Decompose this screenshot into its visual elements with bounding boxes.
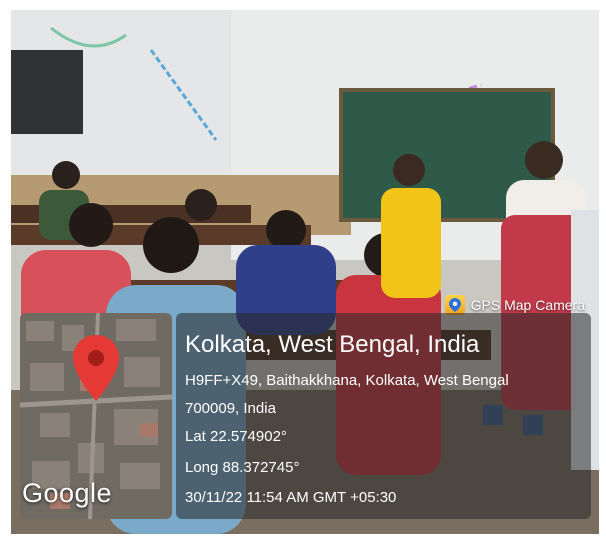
gps-map-camera-watermark: GPS Map Camera [444,295,585,315]
longitude: Long 88.372745° [185,459,300,476]
camera-pin-icon [444,295,465,315]
satellite-map-thumbnail: Google [20,313,172,519]
teacher-saree [381,188,441,298]
left-board [11,50,83,134]
location-title: Kolkata, West Bengal, India [185,331,480,358]
watermark-label: GPS Map Camera [470,297,585,313]
google-logo: Google [22,478,113,508]
address-line-2: 700009, India [185,400,276,417]
address-line-1: H9FF+X49, Baithakkhana, Kolkata, West Be… [185,372,509,389]
location-info-panel: Kolkata, West Bengal, India H9FF+X49, Ba… [176,313,591,519]
latitude: Lat 22.574902° [185,428,287,445]
datetime: 30/11/22 11:54 AM GMT +05:30 [185,489,397,506]
